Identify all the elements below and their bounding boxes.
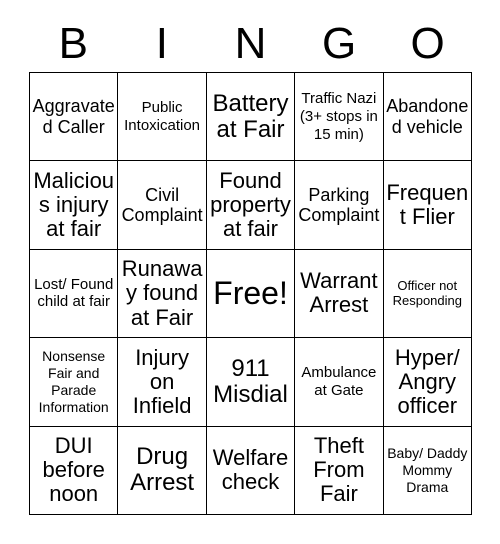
bingo-cell-label: Welfare check (212, 445, 289, 495)
bingo-cell[interactable]: Abandoned vehicle (383, 73, 472, 162)
bingo-cell[interactable]: Malicious injury at fair (30, 161, 119, 250)
bingo-cell[interactable]: Baby/ Daddy Mommy Drama (383, 426, 472, 515)
bingo-cell-label: Theft From Fair (313, 433, 365, 507)
bingo-cell[interactable]: Civil Complaint (118, 161, 207, 250)
bingo-cell[interactable]: Welfare check (206, 426, 296, 515)
bingo-cell[interactable]: Nonsense Fair and Parade Information (30, 338, 119, 427)
bingo-card: B I N G O Aggravated Caller Public Intoxicati… (0, 0, 500, 544)
bingo-cell[interactable]: Warrant Arrest (295, 249, 384, 339)
bingo-cell[interactable]: Hyper/ Angry officer (383, 338, 472, 427)
bingo-free-space[interactable]: Free! (206, 249, 296, 339)
bingo-cell-label: DUI before noon (42, 433, 105, 507)
bingo-cell[interactable]: Aggravated Caller (30, 73, 119, 162)
bingo-cell-label: Malicious injury at fair (33, 167, 115, 242)
bingo-cell-label: Frequent Flier (386, 179, 469, 230)
bingo-header-letter-b: B (58, 19, 88, 68)
bingo-cell-label: Warrant Arrest (300, 268, 378, 318)
bingo-cell[interactable]: Theft From Fair (295, 426, 384, 515)
bingo-cell-label: Aggravated Caller (32, 96, 115, 137)
bingo-cell-label: Officer not Responding (392, 277, 462, 309)
bingo-cell[interactable]: Battery at Fair (206, 73, 296, 162)
bingo-cell[interactable]: Found property at fair (206, 161, 296, 250)
bingo-header-letter-n: N (234, 19, 267, 68)
bingo-cell-label: 911 Misdial (213, 354, 288, 408)
bingo-cell[interactable]: Officer not Responding (383, 249, 472, 339)
bingo-cell-label: Lost/ Found child at fair (34, 275, 114, 311)
bingo-cell-label: Public Intoxication (124, 99, 201, 134)
bingo-grid: Aggravated Caller Public Intoxication Batt… (29, 72, 472, 515)
bingo-cell-label: Civil Complaint (121, 184, 203, 226)
bingo-header-letter-o: O (410, 19, 445, 68)
bingo-cell-label: Free! (213, 274, 288, 311)
bingo-cell[interactable]: Runaway found at Fair (118, 249, 207, 339)
bingo-header-letter-i: I (155, 19, 168, 68)
bingo-cell[interactable]: 911 Misdial (206, 338, 296, 427)
bingo-cell-label: Baby/ Daddy Mommy Drama (387, 445, 468, 495)
bingo-cell[interactable]: Frequent Flier (383, 161, 472, 250)
bingo-cell-label: Runaway found at Fair (121, 256, 203, 330)
bingo-cell-label: Hyper/ Angry officer (394, 344, 460, 418)
bingo-cell[interactable]: Lost/ Found child at fair (30, 249, 119, 339)
bingo-cell[interactable]: Traffic Nazi (3+ stops in 15 min) (295, 73, 384, 162)
bingo-cell-label: Found property at fair (210, 167, 291, 242)
bingo-header-row: BINGO (29, 16, 472, 72)
bingo-cell[interactable]: Injury on Infield (118, 338, 207, 427)
bingo-cell[interactable]: DUI before noon (30, 426, 119, 515)
bingo-cell-label: Nonsense Fair and Parade Information (38, 348, 109, 415)
bingo-cell-label: Traffic Nazi (3+ stops in 15 min) (299, 90, 378, 143)
bingo-header-letter-g: G (321, 19, 357, 68)
bingo-cell-label: Abandoned vehicle (386, 96, 469, 137)
bingo-cell[interactable]: Ambulance at Gate (295, 338, 384, 427)
bingo-cell-label: Ambulance at Gate (301, 364, 377, 399)
bingo-cell[interactable]: Public Intoxication (118, 73, 207, 162)
bingo-cell-label: Drug Arrest (130, 443, 195, 497)
bingo-cell-label: Parking Complaint (298, 184, 380, 226)
bingo-cell[interactable]: Parking Complaint (295, 161, 384, 250)
bingo-cell-label: Injury on Infield (132, 344, 192, 418)
bingo-cell[interactable]: Drug Arrest (118, 426, 207, 515)
bingo-cell-label: Battery at Fair (212, 89, 289, 143)
